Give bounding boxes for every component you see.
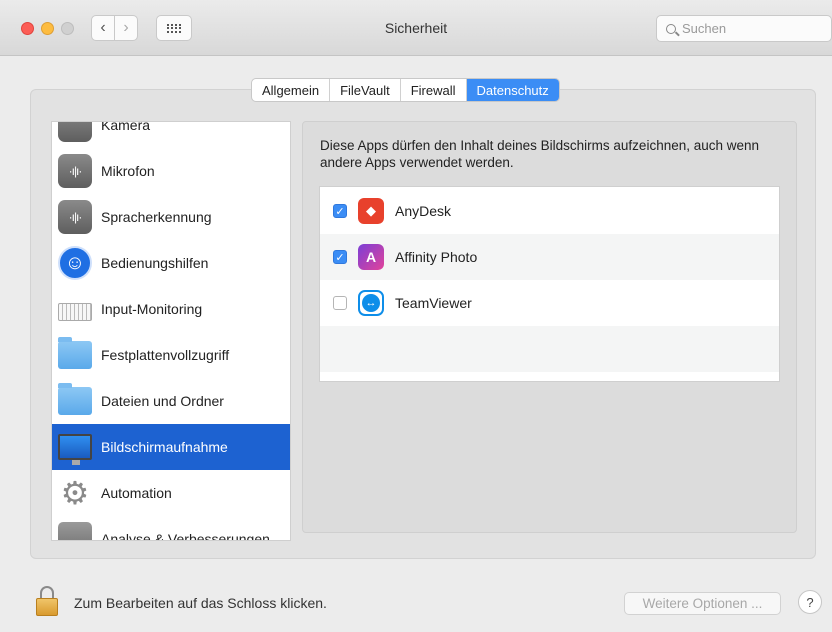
- folder-icon-wrap: [58, 383, 92, 418]
- sidebar-item-festplattenvollzugriff[interactable]: Festplattenvollzugriff: [52, 332, 290, 378]
- folder-icon-wrap: [58, 337, 92, 372]
- sidebar-item-label: Bedienungshilfen: [101, 255, 209, 271]
- app-name: TeamViewer: [395, 295, 472, 311]
- app-row-empty: [320, 326, 779, 372]
- sidebar-item-label: Automation: [101, 485, 172, 501]
- sidebar-item-bildschirmaufnahme[interactable]: Bildschirmaufnahme: [52, 424, 290, 470]
- tab-allgemein[interactable]: Allgemein: [252, 79, 331, 101]
- sidebar-item-label: Mikrofon: [101, 163, 155, 179]
- permission-description: Diese Apps dürfen den Inhalt deines Bild…: [320, 138, 760, 170]
- app-checkbox-teamviewer[interactable]: [333, 296, 347, 310]
- sidebar-item-input-monitoring[interactable]: Input-Monitoring: [52, 286, 290, 332]
- microphone-waveform-icon: ·ı|ı·: [58, 154, 92, 188]
- checkmark-icon: ✓: [335, 251, 345, 264]
- monitor-icon-wrap: [58, 430, 92, 465]
- sidebar-item-label: Festplattenvollzugriff: [101, 347, 230, 363]
- more-options-button[interactable]: Weitere Optionen ...: [624, 592, 781, 615]
- search-field[interactable]: Suchen: [656, 15, 832, 42]
- sidebar-item-label: Dateien und Ordner: [101, 393, 224, 409]
- app-list[interactable]: ✓ ◆ AnyDesk ✓ A Affinity Photo ↔ TeamVie…: [319, 186, 780, 382]
- app-checkbox-affinity-photo[interactable]: ✓: [333, 250, 347, 264]
- app-name: Affinity Photo: [395, 249, 478, 265]
- tab-firewall[interactable]: Firewall: [401, 79, 467, 101]
- help-button[interactable]: ?: [798, 590, 822, 614]
- lock-label: Zum Bearbeiten auf das Schloss klicken.: [74, 595, 327, 611]
- app-row-teamviewer[interactable]: ↔ TeamViewer: [320, 280, 779, 326]
- accessibility-icon: ☺: [58, 246, 92, 280]
- sidebar-item-label: Bildschirmaufnahme: [101, 439, 228, 455]
- sidebar-item-label: Analyse & Verbesserungen: [101, 531, 270, 541]
- search-placeholder: Suchen: [682, 21, 727, 36]
- anydesk-icon: ◆: [358, 198, 384, 224]
- folder-icon: [58, 383, 92, 415]
- gear-icon: ⚙: [60, 475, 90, 511]
- tab-filevault[interactable]: FileVault: [330, 79, 401, 101]
- sidebar-item-label: Kamera: [101, 121, 151, 133]
- sidebar-item-kamera[interactable]: Kamera: [52, 121, 290, 148]
- tab-datenschutz[interactable]: Datenschutz: [466, 79, 559, 101]
- title-bar: ‹ › Sicherheit Suchen: [0, 0, 832, 56]
- lock-icon[interactable]: [36, 586, 58, 616]
- monitor-icon: [58, 434, 92, 465]
- sidebar-item-spracherkennung[interactable]: ·ı|ı· Spracherkennung: [52, 194, 290, 240]
- speech-waveform-icon: ·ı|ı·: [58, 200, 92, 234]
- camera-icon: [58, 122, 92, 142]
- affinity-photo-icon: A: [358, 244, 384, 270]
- privacy-category-list[interactable]: Kamera ·ı|ı· Mikrofon ·ı|ı· Spracherkenn…: [51, 121, 291, 541]
- folder-icon: [58, 337, 92, 369]
- teamviewer-icon: ↔: [358, 290, 384, 316]
- sidebar-item-automation[interactable]: ⚙ Automation: [52, 470, 290, 516]
- sidebar-item-analyse[interactable]: Analyse & Verbesserungen: [52, 516, 290, 541]
- app-row-anydesk[interactable]: ✓ ◆ AnyDesk: [320, 188, 779, 234]
- app-row-affinity-photo[interactable]: ✓ A Affinity Photo: [320, 234, 779, 280]
- app-checkbox-anydesk[interactable]: ✓: [333, 204, 347, 218]
- search-icon: [666, 23, 676, 34]
- tab-bar: Allgemein FileVault Firewall Datenschutz: [251, 78, 560, 102]
- sidebar-item-mikrofon[interactable]: ·ı|ı· Mikrofon: [52, 148, 290, 194]
- checkmark-icon: ✓: [335, 205, 345, 218]
- analytics-icon: [58, 522, 92, 540]
- sidebar-item-bedienungshilfen[interactable]: ☺ Bedienungshilfen: [52, 240, 290, 286]
- keyboard-icon: [58, 303, 92, 321]
- app-name: AnyDesk: [395, 203, 452, 219]
- keyboard-icon-wrap: [58, 292, 92, 326]
- sidebar-item-label: Input-Monitoring: [101, 301, 203, 317]
- sidebar-item-dateien-und-ordner[interactable]: Dateien und Ordner: [52, 378, 290, 424]
- sidebar-item-label: Spracherkennung: [101, 209, 212, 225]
